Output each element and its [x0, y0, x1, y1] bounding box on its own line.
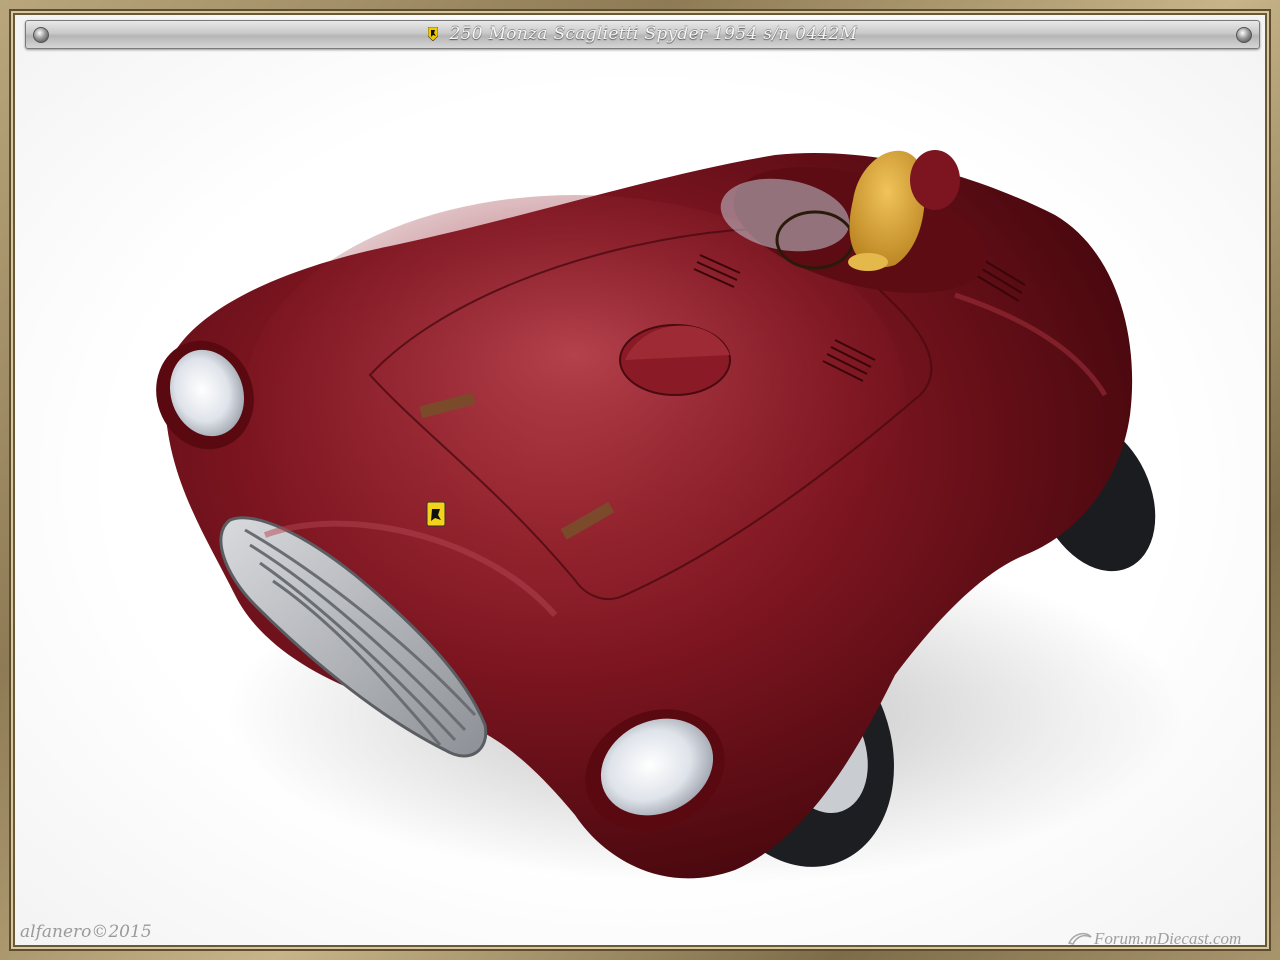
watermark-text: Forum.mDiecast.com	[1094, 929, 1242, 948]
title-bar: 250 Monza Scaglietti Spyder 1954 s/n 044…	[25, 20, 1260, 49]
car-model-illustration	[156, 150, 1185, 885]
forum-watermark: Forum.mDiecast.com	[1068, 929, 1241, 949]
title-container: 250 Monza Scaglietti Spyder 1954 s/n 044…	[26, 24, 1259, 44]
photographer-signature: alfanero©2015	[20, 922, 152, 942]
photo-title: 250 Monza Scaglietti Spyder 1954 s/n 044…	[449, 24, 858, 44]
watermark-swoosh-icon	[1068, 932, 1092, 945]
prancing-horse-shield-icon	[427, 27, 438, 41]
car-photo	[15, 15, 1265, 945]
